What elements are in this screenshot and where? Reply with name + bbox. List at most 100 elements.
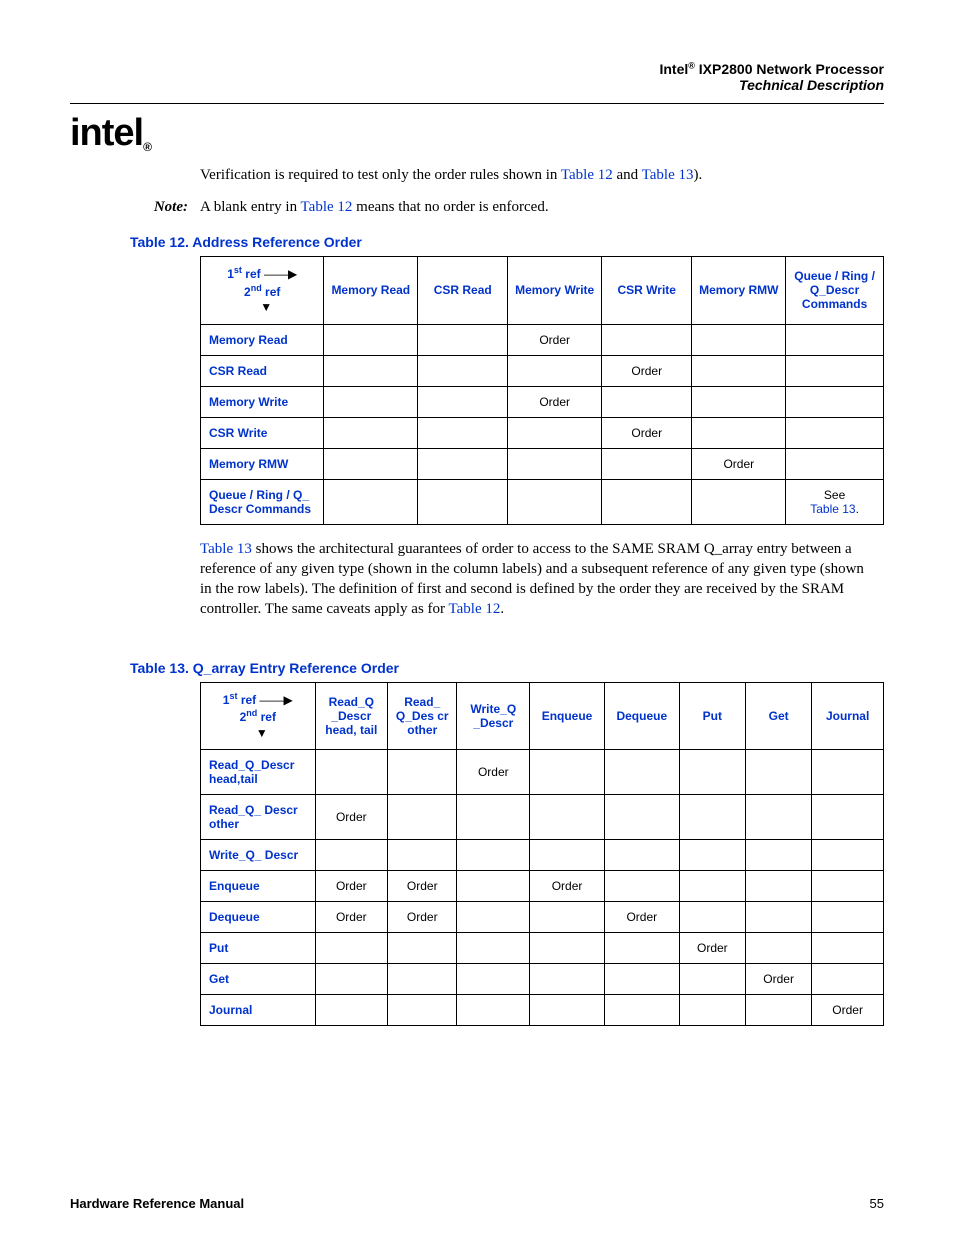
cell [530, 964, 605, 995]
link-table13[interactable]: Table 13 [810, 502, 855, 516]
table-row: Write_Q_ Descr [201, 840, 884, 871]
link-table12[interactable]: Table 12 [301, 199, 353, 215]
cell [692, 386, 786, 417]
table-row: CSR WriteOrder [201, 417, 884, 448]
cell [418, 386, 508, 417]
text: Verification is required to test only th… [200, 167, 561, 183]
product: IXP2800 Network Processor [695, 61, 884, 77]
table-row: Put Order [201, 933, 884, 964]
cell [457, 871, 530, 902]
table-row: Memory RMWOrder [201, 448, 884, 479]
cell [692, 479, 786, 524]
cell [418, 479, 508, 524]
cell [786, 448, 884, 479]
footer-left: Hardware Reference Manual [70, 1196, 244, 1211]
cell: Order [679, 933, 745, 964]
cell [812, 871, 884, 902]
row-header: Enqueue [201, 871, 316, 902]
cell [692, 417, 786, 448]
cell [679, 871, 745, 902]
link-table12[interactable]: Table 12 [449, 601, 501, 617]
cell [388, 750, 457, 795]
cell [530, 750, 605, 795]
text: A blank entry in [200, 199, 301, 215]
cell [508, 355, 602, 386]
col-header: Get [745, 682, 811, 750]
text: shows the architectural guarantees of or… [200, 541, 864, 618]
cell [418, 448, 508, 479]
cell [324, 324, 418, 355]
cell [324, 417, 418, 448]
table-row: Queue / Ring / Q_ Descr CommandsSeeTable… [201, 479, 884, 524]
cell: Order [604, 902, 679, 933]
cell [745, 933, 811, 964]
cell [315, 750, 388, 795]
cell [530, 902, 605, 933]
reg-mark: ® [688, 60, 695, 70]
col-header: Dequeue [604, 682, 679, 750]
col-header: Put [679, 682, 745, 750]
cell [604, 964, 679, 995]
cell [745, 795, 811, 840]
table-row: Read_Q_ Descr otherOrder [201, 795, 884, 840]
text: ). [694, 167, 703, 183]
col-header: Memory Write [508, 256, 602, 324]
cell [604, 750, 679, 795]
page-header: Intel® IXP2800 Network Processor Technic… [70, 60, 884, 93]
row-header: Put [201, 933, 316, 964]
text: means that no order is enforced. [352, 199, 548, 215]
row-header: Queue / Ring / Q_ Descr Commands [201, 479, 324, 524]
cell: Order [315, 871, 388, 902]
cell [457, 840, 530, 871]
row-header: Read_Q_ Descr other [201, 795, 316, 840]
cell [324, 386, 418, 417]
cell [457, 902, 530, 933]
cell [812, 933, 884, 964]
link-table13[interactable]: Table 13 [200, 541, 252, 557]
cell: Order [508, 324, 602, 355]
row-header: Memory RMW [201, 448, 324, 479]
table-12: 1st ref ——▶ 2nd ref ▼ Memory Read CSR Re… [200, 256, 884, 525]
col-header: Write_Q _Descr [457, 682, 530, 750]
col-header: Memory RMW [692, 256, 786, 324]
logo-text: intel [70, 112, 143, 154]
link-table12[interactable]: Table 12 [561, 167, 613, 183]
cell [604, 871, 679, 902]
page-number: 55 [870, 1196, 884, 1211]
corner-header: 1st ref ——▶ 2nd ref ▼ [201, 256, 324, 324]
table-row: CSR ReadOrder [201, 355, 884, 386]
table-13: 1st ref ——▶ 2nd ref ▼ Read_Q _Descr head… [200, 682, 884, 1027]
brand: Intel [659, 61, 688, 77]
paragraph-2: Table 13 shows the architectural guarant… [200, 539, 874, 620]
note-body: A blank entry in Table 12 means that no … [200, 199, 884, 216]
header-rule [70, 103, 884, 104]
cell [602, 386, 692, 417]
cell [324, 355, 418, 386]
row-header: Dequeue [201, 902, 316, 933]
table-row: JournalOrder [201, 995, 884, 1026]
row-header: Journal [201, 995, 316, 1026]
cell [679, 902, 745, 933]
intel-logo: intel® [70, 112, 884, 155]
cell [418, 355, 508, 386]
table-row: Memory ReadOrder [201, 324, 884, 355]
cell: Order [388, 902, 457, 933]
cell: Order [745, 964, 811, 995]
arrow-right-icon: ——▶ [264, 267, 297, 281]
row-header: Get [201, 964, 316, 995]
cell [530, 795, 605, 840]
cell [604, 840, 679, 871]
cell [812, 840, 884, 871]
table-row: Get Order [201, 964, 884, 995]
text: . [500, 601, 504, 617]
logo-reg: ® [143, 140, 151, 154]
link-table13[interactable]: Table 13 [642, 167, 694, 183]
cell [418, 417, 508, 448]
cell [604, 995, 679, 1026]
arrow-down-icon: ▼ [215, 726, 309, 742]
cell [457, 995, 530, 1026]
cell [388, 795, 457, 840]
cell [745, 902, 811, 933]
cell [388, 840, 457, 871]
cell [786, 417, 884, 448]
